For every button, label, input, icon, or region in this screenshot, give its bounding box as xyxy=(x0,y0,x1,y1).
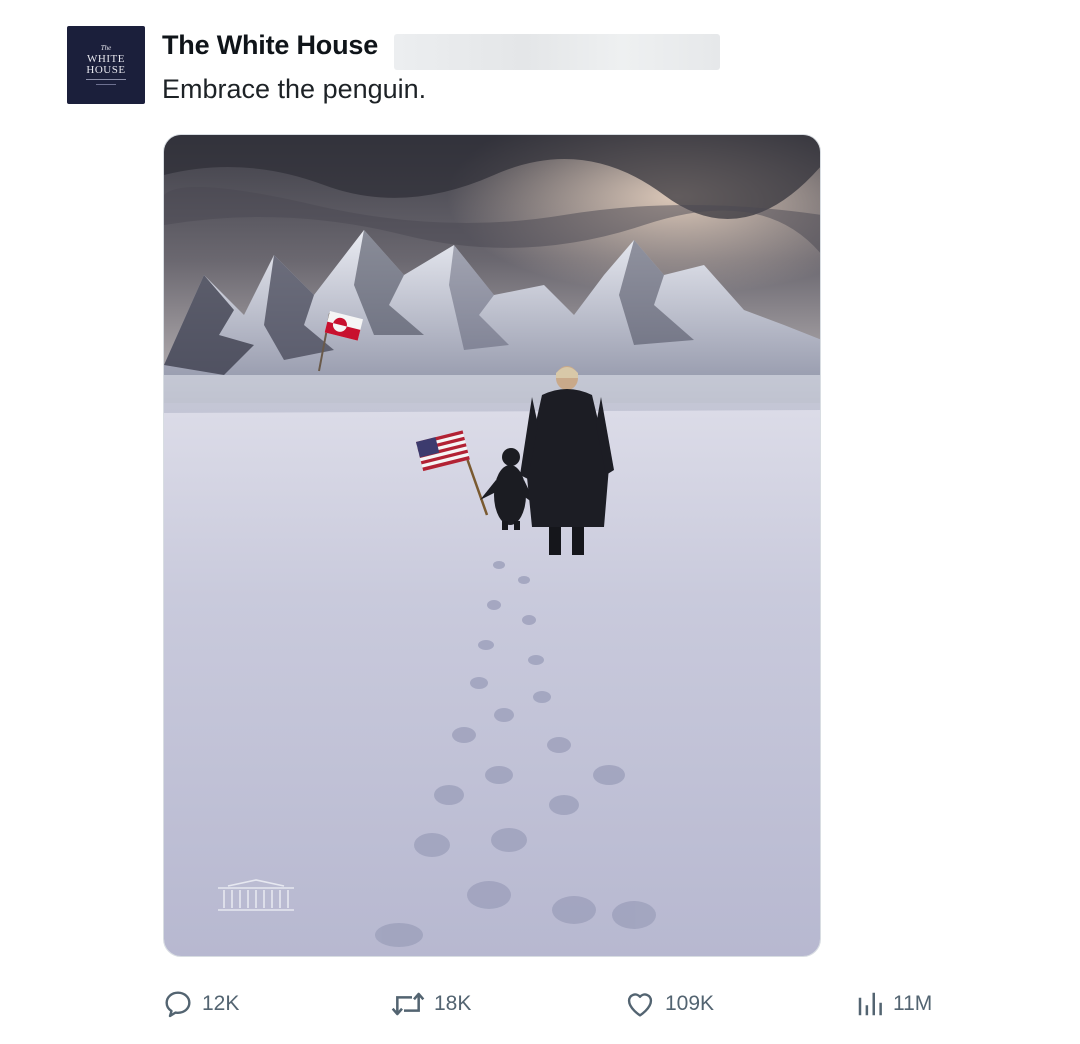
like-count: 109K xyxy=(665,992,715,1015)
repost-count: 18K xyxy=(434,992,472,1015)
reply-count: 12K xyxy=(202,992,240,1015)
views-chart-icon xyxy=(858,992,882,1016)
repost-button[interactable]: 18K xyxy=(390,984,471,1024)
like-button[interactable]: 109K xyxy=(623,984,714,1024)
redacted-handle-bar xyxy=(394,34,720,70)
tweet-text: Embrace the penguin. xyxy=(162,74,427,104)
repost-icon xyxy=(391,992,425,1016)
tweet-actions: 12K 18K 109K 11M xyxy=(0,984,1080,1024)
avatar-rule xyxy=(96,84,116,85)
tweet: The WHITE HOUSE The White House Embrace … xyxy=(0,0,1080,1044)
avatar-text-house: HOUSE xyxy=(86,65,126,80)
display-name[interactable]: The White House xyxy=(162,30,378,61)
views-button[interactable]: 11M xyxy=(855,984,932,1024)
view-count: 11M xyxy=(893,992,933,1015)
reply-button[interactable]: 12K xyxy=(162,984,239,1024)
tweet-image[interactable] xyxy=(163,134,821,957)
snow-scene-illustration xyxy=(164,135,820,956)
avatar-text-the: The xyxy=(100,44,112,52)
avatar[interactable]: The WHITE HOUSE xyxy=(67,26,145,104)
reply-icon xyxy=(165,991,191,1018)
heart-icon xyxy=(627,993,653,1017)
